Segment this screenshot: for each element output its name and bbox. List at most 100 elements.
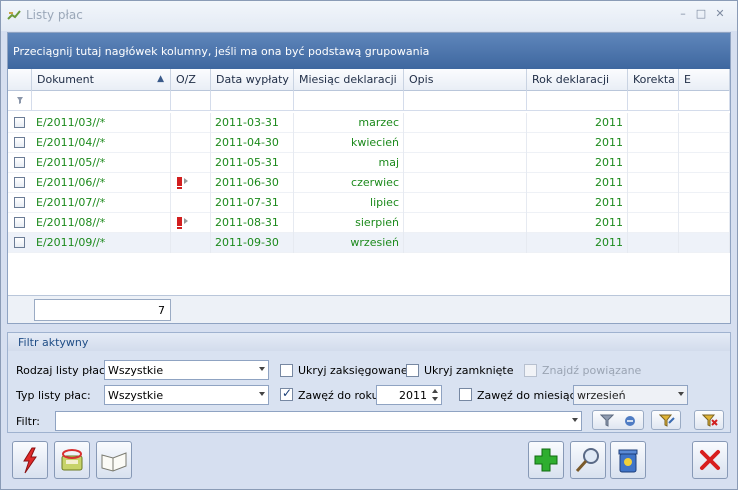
row-checkbox[interactable] xyxy=(14,117,25,128)
cell-korekta xyxy=(628,233,679,253)
add-button[interactable] xyxy=(528,441,564,479)
filter-edit-button[interactable] xyxy=(651,410,681,430)
ukryj-zaksiegowane-checkbox[interactable] xyxy=(280,364,293,377)
filter-cell-oz[interactable] xyxy=(171,91,211,111)
row-checkbox[interactable] xyxy=(14,217,25,228)
delete-button[interactable] xyxy=(610,441,646,479)
chevron-down-icon xyxy=(572,418,578,422)
spin-up-icon[interactable] xyxy=(432,389,438,393)
grid-footer: 7 xyxy=(8,295,730,323)
payroll-grid: Przeciągnij tutaj nagłówek kolumny, jeśl… xyxy=(7,32,731,324)
lightning-button[interactable] xyxy=(12,441,48,479)
cell-opis xyxy=(404,193,527,213)
table-row[interactable]: E/2011/03//* 2011-03-31 marzec 2011 xyxy=(8,113,730,133)
cell-oz xyxy=(171,153,211,173)
export-button[interactable] xyxy=(54,441,90,479)
filter-cell-e[interactable] xyxy=(679,91,730,111)
cancel-icon xyxy=(700,450,720,470)
typ-select[interactable]: Wszystkie xyxy=(104,385,269,405)
filter-cell-data[interactable] xyxy=(211,91,294,111)
filter-cell-opis[interactable] xyxy=(404,91,527,111)
row-checkbox[interactable] xyxy=(14,197,25,208)
ukryj-zamkniete-checkbox[interactable] xyxy=(406,364,419,377)
table-row[interactable]: E/2011/06//* 2011-06-30 czerwiec 2011 xyxy=(8,173,730,193)
cell-data: 2011-05-31 xyxy=(211,153,294,173)
table-row[interactable]: E/2011/04//* 2011-04-30 kwiecień 2011 xyxy=(8,133,730,153)
table-row[interactable]: E/2011/08//* 2011-08-31 sierpień 2011 xyxy=(8,213,730,233)
cell-opis xyxy=(404,153,527,173)
cancel-button[interactable] xyxy=(692,441,728,479)
window: Listy płac – □ ✕ Przeciągnij tutaj nagłó… xyxy=(0,0,738,490)
filter-apply-button[interactable] xyxy=(592,410,644,430)
miesiac-select[interactable]: wrzesień xyxy=(573,385,688,405)
search-button[interactable] xyxy=(570,441,606,479)
filter-icon xyxy=(600,414,614,427)
chevron-down-icon xyxy=(259,367,265,371)
chevron-down-icon xyxy=(259,392,265,396)
cell-korekta xyxy=(628,213,679,233)
app-icon xyxy=(7,10,21,20)
cell-data: 2011-07-31 xyxy=(211,193,294,213)
column-oz[interactable]: O/Z xyxy=(171,69,211,91)
zawez-do-miesiaca-label: Zawęź do miesiąca xyxy=(477,389,583,402)
cell-data: 2011-04-30 xyxy=(211,133,294,153)
cell-dokument: E/2011/05//* xyxy=(32,153,171,173)
rok-spinner[interactable]: 2011 xyxy=(376,385,442,405)
row-checkbox[interactable] xyxy=(14,177,25,188)
column-rok-deklaracji[interactable]: Rok deklaracji xyxy=(527,69,628,91)
table-row[interactable]: E/2011/09//* 2011-09-30 wrzesień 2011 xyxy=(8,233,730,253)
filter-cell-rok[interactable] xyxy=(527,91,628,111)
add-icon xyxy=(534,448,558,472)
filter-panel: Filtr aktywny Rodzaj listy płac: Wszystk… xyxy=(7,332,731,433)
cell-e xyxy=(679,133,730,153)
column-data-wyplaty[interactable]: Data wypłaty xyxy=(211,69,294,91)
column-korekta[interactable]: Korekta xyxy=(628,69,679,91)
filter-cell-dokument[interactable] xyxy=(32,91,171,111)
rodzaj-select[interactable]: Wszystkie xyxy=(104,360,269,380)
column-opis[interactable]: Opis xyxy=(404,69,527,91)
close-icon[interactable]: ✕ xyxy=(712,7,728,21)
znajdz-powiazane-checkbox[interactable] xyxy=(524,364,537,377)
zawez-do-roku-checkbox[interactable] xyxy=(280,386,293,401)
book-button[interactable] xyxy=(96,441,132,479)
filter-cell-indicator xyxy=(8,91,32,111)
table-row[interactable]: E/2011/05//* 2011-05-31 maj 2011 xyxy=(8,153,730,173)
cell-oz xyxy=(171,233,211,253)
cell-dokument: E/2011/08//* xyxy=(32,213,171,233)
cell-data: 2011-03-31 xyxy=(211,113,294,133)
minimize-icon[interactable]: – xyxy=(675,7,691,21)
column-miesiac-deklaracji[interactable]: Miesiąc deklaracji xyxy=(294,69,404,91)
maximize-icon[interactable]: □ xyxy=(693,7,709,21)
column-e[interactable]: E xyxy=(679,69,730,91)
row-checkbox[interactable] xyxy=(14,137,25,148)
cell-miesiac: wrzesień xyxy=(294,233,404,253)
group-by-panel[interactable]: Przeciągnij tutaj nagłówek kolumny, jeśl… xyxy=(8,33,730,69)
row-checkbox[interactable] xyxy=(14,157,25,168)
spin-down-icon[interactable] xyxy=(432,397,438,401)
cell-korekta xyxy=(628,113,679,133)
cell-rok: 2011 xyxy=(527,213,628,233)
cell-rok: 2011 xyxy=(527,153,628,173)
cell-oz xyxy=(171,113,211,133)
filter-remove-button[interactable] xyxy=(694,410,724,430)
table-row[interactable]: E/2011/07//* 2011-07-31 lipiec 2011 xyxy=(8,193,730,213)
cell-e xyxy=(679,173,730,193)
cell-miesiac: maj xyxy=(294,153,404,173)
filter-cell-korekta[interactable] xyxy=(628,91,679,111)
cell-opis xyxy=(404,173,527,193)
filter-row xyxy=(8,91,730,111)
row-checkbox[interactable] xyxy=(14,237,25,248)
cell-dokument: E/2011/07//* xyxy=(32,193,171,213)
filtr-input[interactable] xyxy=(55,411,582,431)
filter-cell-miesiac[interactable] xyxy=(294,91,404,111)
cell-data: 2011-09-30 xyxy=(211,233,294,253)
cell-miesiac: czerwiec xyxy=(294,173,404,193)
cell-miesiac: kwiecień xyxy=(294,133,404,153)
cell-miesiac: sierpień xyxy=(294,213,404,233)
cell-oz xyxy=(171,213,211,233)
sort-ascending-icon: ▲ xyxy=(157,74,164,84)
zawez-do-miesiaca-checkbox[interactable] xyxy=(459,388,472,401)
column-dokument[interactable]: Dokument ▲ xyxy=(32,69,171,91)
cell-dokument: E/2011/09//* xyxy=(32,233,171,253)
filter-title[interactable]: Filtr aktywny xyxy=(8,333,730,351)
